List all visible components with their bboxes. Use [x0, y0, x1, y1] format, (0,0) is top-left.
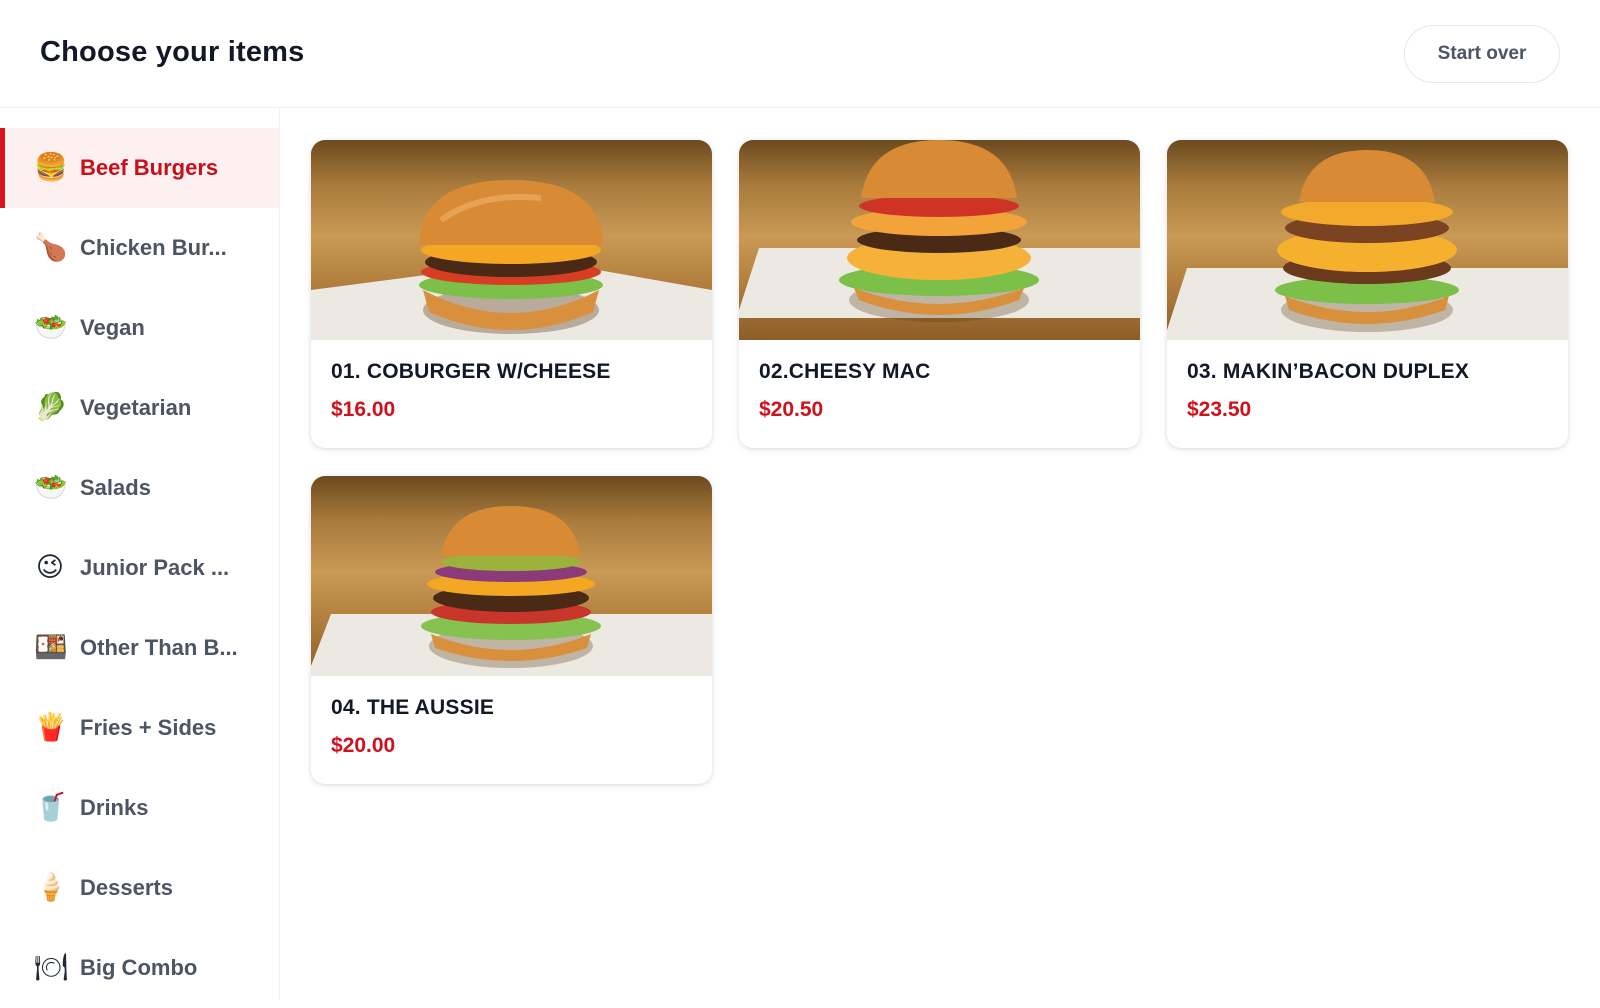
sidebar-item-drinks[interactable]: 🥤 Drinks	[0, 768, 279, 848]
product-card-coburger-w-cheese[interactable]: 01. COBURGER W/CHEESE $16.00	[311, 140, 712, 448]
product-price: $20.50	[759, 398, 824, 421]
sidebar-item-fries-sides[interactable]: 🍟 Fries + Sides	[0, 688, 279, 768]
product-price: $16.00	[331, 398, 396, 421]
sidebar-item-label: Fries + Sides	[80, 715, 217, 740]
sidebar-item-vegan[interactable]: 🥗 Vegan	[0, 288, 279, 368]
product-grid: 01. COBURGER W/CHEESE $16.00 02.CHEESY M…	[311, 140, 1570, 784]
winking-face-icon: 😉	[35, 552, 65, 583]
sidebar-item-beef-burgers[interactable]: 🍔 Beef Burgers	[0, 128, 279, 208]
plate-cutlery-icon: 🍽	[34, 952, 69, 983]
fries-icon: 🍟	[34, 712, 68, 743]
product-name: 03. MAKIN’BACON DUPLEX	[1187, 360, 1470, 383]
sidebar-item-desserts[interactable]: 🍦 Desserts	[0, 848, 279, 928]
sidebar-item-salads[interactable]: 🥗 Salads	[0, 448, 279, 528]
salad-icon: 🥗	[34, 472, 68, 503]
page-title: Choose your items	[40, 36, 305, 68]
sidebar-item-vegetarian[interactable]: 🥬 Vegetarian	[0, 368, 279, 448]
sidebar-item-label: Big Combo	[80, 955, 198, 980]
sidebar-item-chicken-burgers[interactable]: 🍗 Chicken Bur...	[0, 208, 279, 288]
sidebar-item-label: Drinks	[80, 795, 149, 820]
product-card-makin-bacon-duplex[interactable]: 03. MAKIN’BACON DUPLEX $23.50	[1167, 140, 1568, 448]
salad-icon: 🥗	[34, 312, 68, 343]
category-sidebar: 🍔 Beef Burgers 🍗 Chicken Bur... 🥗 Vegan …	[0, 108, 280, 1000]
product-area: 01. COBURGER W/CHEESE $16.00 02.CHEESY M…	[280, 108, 1600, 1000]
cheeseburger-photo	[311, 140, 712, 340]
cup-with-straw-icon: 🥤	[34, 792, 68, 823]
sidebar-item-label: Desserts	[80, 875, 173, 900]
sidebar-item-label: Junior Pack ...	[80, 555, 230, 580]
sidebar-item-label: Beef Burgers	[80, 155, 219, 180]
sidebar-item-label: Salads	[80, 475, 151, 500]
product-price: $20.00	[331, 734, 396, 757]
bacon-duplex-burger-photo	[1167, 140, 1568, 340]
burger-icon: 🍔	[34, 152, 68, 183]
start-over-button[interactable]: Start over	[1404, 25, 1560, 83]
sidebar-item-other-than-burgers[interactable]: 🍱 Other Than B...	[0, 608, 279, 688]
cheesy-mac-burger-photo	[739, 140, 1140, 340]
leafy-green-icon: 🥬	[34, 392, 68, 423]
sidebar-item-label: Chicken Bur...	[80, 235, 227, 260]
sidebar-item-label: Vegetarian	[80, 395, 192, 420]
aussie-burger-photo	[311, 476, 712, 676]
product-price: $23.50	[1187, 398, 1252, 421]
header: Choose your items Start over	[0, 0, 1600, 108]
sidebar-item-junior-pack[interactable]: 😉 Junior Pack ...	[0, 528, 279, 608]
product-card-cheesy-mac[interactable]: 02.CHEESY MAC $20.50	[739, 140, 1140, 448]
product-card-the-aussie[interactable]: 04. THE AUSSIE $20.00	[311, 476, 712, 784]
product-name: 01. COBURGER W/CHEESE	[331, 360, 611, 383]
sidebar-item-label: Other Than B...	[80, 635, 238, 660]
chicken-leg-icon: 🍗	[34, 232, 68, 263]
sidebar-item-label: Vegan	[80, 315, 145, 340]
sidebar-item-big-combo[interactable]: 🍽 Big Combo	[0, 928, 279, 1008]
product-name: 04. THE AUSSIE	[331, 696, 495, 719]
ice-cream-icon: 🍦	[34, 872, 68, 903]
bento-box-icon: 🍱	[34, 632, 68, 663]
product-name: 02.CHEESY MAC	[759, 360, 931, 383]
